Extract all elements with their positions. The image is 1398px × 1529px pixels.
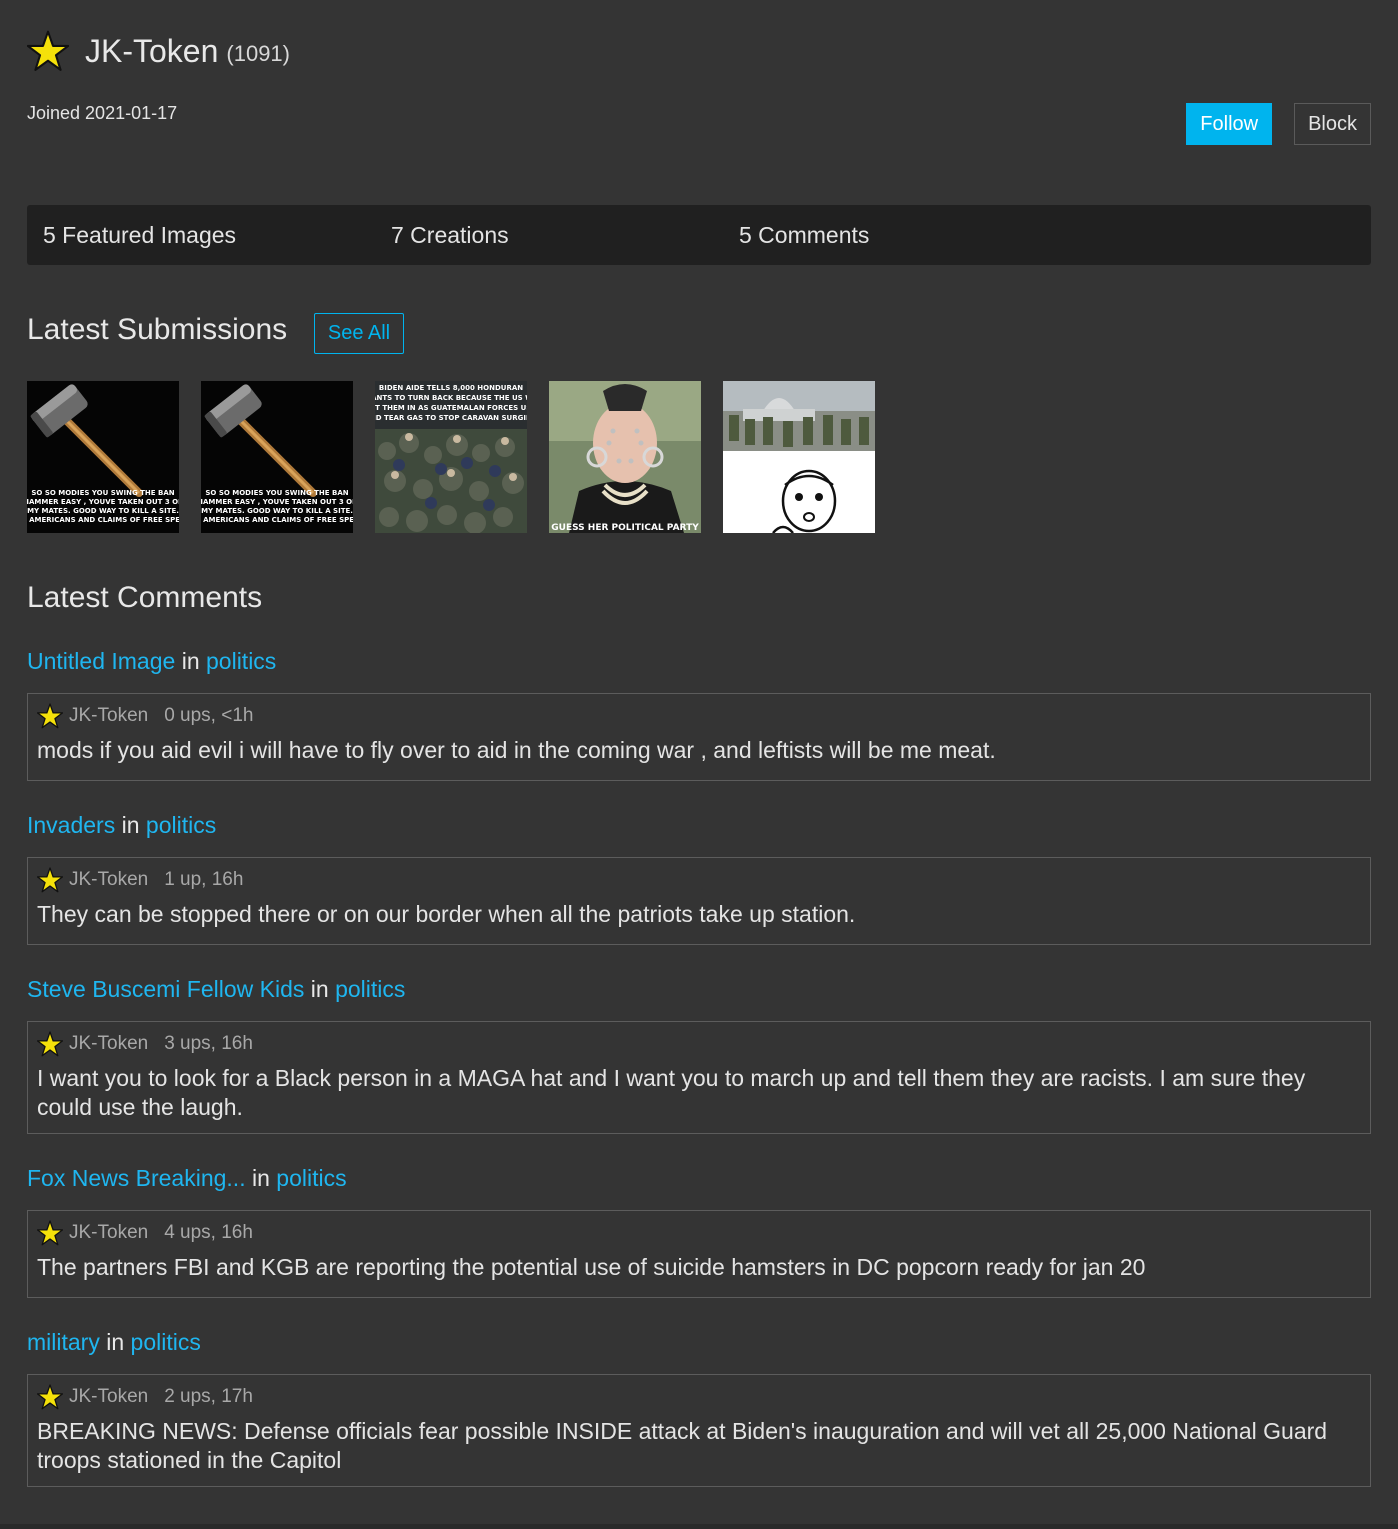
- comment-post-link[interactable]: Steve Buscemi Fellow Kids: [27, 976, 304, 1002]
- submission-thumbnail[interactable]: SO SO MODIES YOU SWING THE BAN HAMMER EA…: [201, 381, 353, 533]
- comment-box: JK-Token 4 ups, 16h The partners FBI and…: [27, 1210, 1371, 1298]
- comment-post-link[interactable]: Fox News Breaking...: [27, 1165, 246, 1191]
- comment-box: JK-Token 3 ups, 16h I want you to look f…: [27, 1021, 1371, 1134]
- star-icon: [37, 867, 63, 893]
- comment-post-link[interactable]: Invaders: [27, 812, 115, 838]
- svg-text:MIGRANTS TO TURN BACK BECAUSE: MIGRANTS TO TURN BACK BECAUSE THE US WON…: [375, 394, 527, 402]
- comment-text: BREAKING NEWS: Defense officials fear po…: [37, 1418, 1328, 1473]
- stat-creations[interactable]: 7 Creations: [375, 222, 723, 249]
- comment-post-link[interactable]: military: [27, 1329, 100, 1355]
- latest-comments-title: Latest Comments: [27, 581, 263, 614]
- submission-thumbnail[interactable]: SO SO MODIES YOU SWING THE BAN HAMMER EA…: [27, 381, 179, 533]
- comment-box: JK-Token 1 up, 16h They can be stopped t…: [27, 857, 1371, 945]
- comment-heading: Fox News Breaking... in politics: [27, 1165, 347, 1192]
- bottom-divider: [0, 1524, 1398, 1529]
- svg-text:HAMMER EASY , YOUVE TAKEN OUT: HAMMER EASY , YOUVE TAKEN OUT 3 OF: [201, 498, 353, 506]
- comment-stream-link[interactable]: politics: [131, 1329, 201, 1355]
- username: JK-Token: [85, 32, 219, 69]
- comment-text: I want you to look for a Black person in…: [37, 1065, 1306, 1120]
- svg-text:MY MATES. GOOD WAY TO KILL A S: MY MATES. GOOD WAY TO KILL A SITE.: [27, 507, 179, 515]
- star-icon: [37, 703, 63, 729]
- comment-heading: military in politics: [27, 1329, 201, 1356]
- star-icon: [37, 1031, 63, 1057]
- comment-info: 0 ups, <1h: [164, 705, 254, 726]
- comment-heading: Steve Buscemi Fellow Kids in politics: [27, 976, 405, 1003]
- comment-box: JK-Token 0 ups, <1h mods if you aid evil…: [27, 693, 1371, 781]
- joined-date: Joined 2021-01-17: [27, 103, 178, 123]
- svg-text:YOU AMERICANS AND CLAIMS OF FR: YOU AMERICANS AND CLAIMS OF FREE SPEECH: [27, 516, 179, 524]
- comment-text: mods if you aid evil i will have to fly …: [37, 737, 996, 763]
- user-points: (1091): [226, 41, 290, 66]
- comment-heading: Untitled Image in politics: [27, 648, 276, 675]
- svg-text:LET THEM IN AS GUATEMALAN FORC: LET THEM IN AS GUATEMALAN FORCES USE: [375, 404, 527, 412]
- star-icon: [37, 1220, 63, 1246]
- follow-button[interactable]: Follow: [1186, 103, 1273, 145]
- in-label: in: [181, 648, 200, 674]
- comment-heading: Invaders in politics: [27, 812, 216, 839]
- svg-text:HAMMER EASY , YOUVE TAKEN OUT: HAMMER EASY , YOUVE TAKEN OUT 3 OF: [27, 498, 179, 506]
- svg-text:GUESS HER POLITICAL PARTY: GUESS HER POLITICAL PARTY: [551, 523, 699, 533]
- in-label: in: [121, 812, 140, 838]
- stat-comments[interactable]: 5 Comments: [723, 222, 1071, 249]
- comment-stream-link[interactable]: politics: [335, 976, 405, 1002]
- comment-author[interactable]: JK-Token: [69, 1222, 148, 1244]
- comment-box: JK-Token 2 ups, 17h BREAKING NEWS: Defen…: [27, 1374, 1371, 1487]
- comment-post-link[interactable]: Untitled Image: [27, 648, 175, 674]
- latest-submissions-title: Latest Submissions: [27, 313, 288, 346]
- submission-thumbnail[interactable]: GUESS HER POLITICAL PARTY: [549, 381, 701, 533]
- svg-text:MY MATES. GOOD WAY TO KILL A S: MY MATES. GOOD WAY TO KILL A SITE.: [201, 507, 353, 515]
- comment-stream-link[interactable]: politics: [276, 1165, 346, 1191]
- block-button[interactable]: Block: [1294, 103, 1371, 145]
- comment-text: The partners FBI and KGB are reporting t…: [37, 1254, 1146, 1280]
- comment-stream-link[interactable]: politics: [146, 812, 216, 838]
- comment-text: They can be stopped there or on our bord…: [37, 901, 856, 927]
- svg-text:AND TEAR GAS TO STOP CARAVAN S: AND TEAR GAS TO STOP CARAVAN SURGING: [375, 414, 527, 422]
- comment-author[interactable]: JK-Token: [69, 705, 148, 727]
- stats-bar: 5 Featured Images 7 Creations 5 Comments: [27, 205, 1371, 265]
- user-header: JK-Token (1091): [27, 30, 290, 72]
- submission-thumbnail[interactable]: BIDEN AIDE TELLS 8,000 HONDURAN MIGRANTS…: [375, 381, 527, 533]
- svg-text:SO SO MODIES YOU SWING THE BAN: SO SO MODIES YOU SWING THE BAN: [205, 489, 348, 497]
- comment-info: 1 up, 16h: [164, 869, 244, 890]
- comment-author[interactable]: JK-Token: [69, 869, 148, 891]
- svg-text:SO SO MODIES YOU SWING THE BAN: SO SO MODIES YOU SWING THE BAN: [31, 489, 174, 497]
- submission-thumbnails: SO SO MODIES YOU SWING THE BAN HAMMER EA…: [27, 381, 875, 533]
- comment-stream-link[interactable]: politics: [206, 648, 276, 674]
- comment-author[interactable]: JK-Token: [69, 1033, 148, 1055]
- comment-info: 2 ups, 17h: [164, 1386, 253, 1407]
- star-icon: [37, 1384, 63, 1410]
- comment-author[interactable]: JK-Token: [69, 1386, 148, 1408]
- svg-text:YOU AMERICANS AND CLAIMS OF FR: YOU AMERICANS AND CLAIMS OF FREE SPEECH: [201, 516, 353, 524]
- stat-featured-images[interactable]: 5 Featured Images: [27, 222, 375, 249]
- in-label: in: [251, 1165, 270, 1191]
- profile-actions: Follow Block: [1186, 103, 1371, 145]
- comment-info: 3 ups, 16h: [164, 1033, 253, 1054]
- in-label: in: [310, 976, 329, 1002]
- comment-info: 4 ups, 16h: [164, 1222, 253, 1243]
- svg-text:BIDEN AIDE TELLS 8,000 HONDURA: BIDEN AIDE TELLS 8,000 HONDURAN: [379, 384, 523, 392]
- submission-thumbnail[interactable]: [723, 381, 875, 533]
- star-icon: [27, 30, 69, 72]
- in-label: in: [106, 1329, 125, 1355]
- see-all-button[interactable]: See All: [314, 313, 404, 354]
